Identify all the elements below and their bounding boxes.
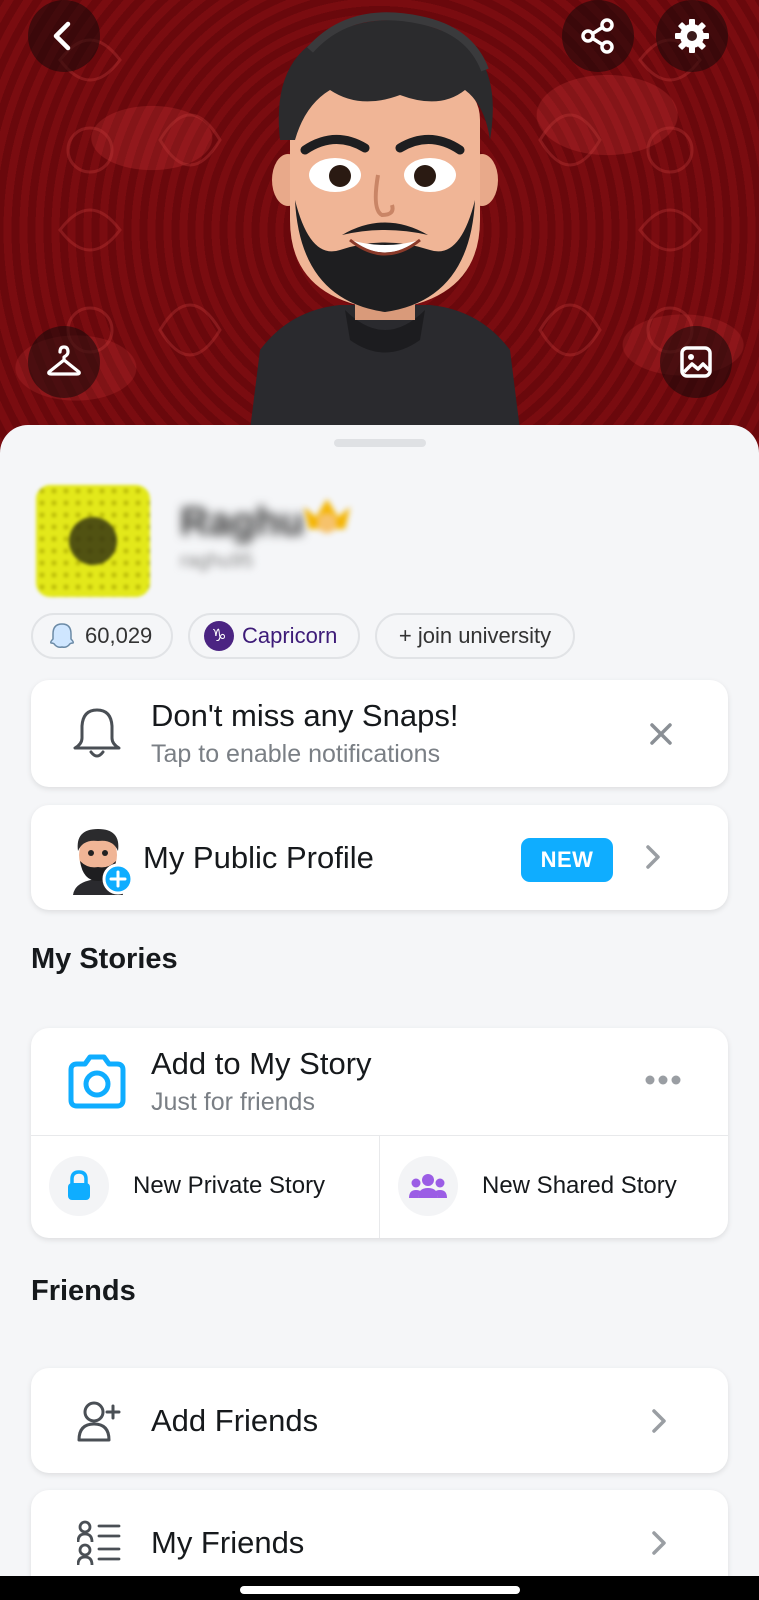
zodiac-chip[interactable]: ♑ Capricorn [188, 613, 360, 659]
back-button[interactable] [28, 0, 100, 72]
hanger-icon [47, 345, 81, 376]
crown-icon [304, 499, 350, 533]
gear-icon [675, 19, 709, 53]
image-icon [680, 346, 712, 378]
join-university-chip[interactable]: + join university [375, 613, 575, 659]
chevron-right-icon [652, 1531, 666, 1555]
my-friends-label: My Friends [151, 1525, 305, 1560]
chevron-left-icon [53, 21, 71, 51]
settings-button[interactable] [656, 0, 728, 72]
profile-sheet: Raghu raghu95 60,029 ♑ Capricorn + join … [0, 425, 759, 1600]
join-university-label: + join university [398, 623, 552, 648]
close-icon[interactable] [649, 722, 673, 746]
snap-score-chip[interactable]: 60,029 [31, 613, 173, 659]
shared-story-label: New Shared Story [482, 1172, 677, 1199]
friends-list-icon [77, 1520, 121, 1566]
new-private-story-button[interactable]: New Private Story [31, 1136, 379, 1238]
chevron-right-icon [652, 1409, 666, 1433]
private-story-label: New Private Story [133, 1172, 326, 1199]
sheet-grabber[interactable] [334, 439, 426, 447]
more-options-icon[interactable] [645, 1073, 681, 1087]
bitmoji-small-icon [73, 829, 133, 895]
wardrobe-button[interactable] [28, 326, 100, 398]
profile-header [0, 0, 759, 460]
lock-icon [68, 1170, 90, 1200]
share-button[interactable] [562, 0, 634, 72]
add-friend-icon [77, 1401, 121, 1442]
new-shared-story-button[interactable]: New Shared Story [380, 1136, 728, 1238]
home-indicator[interactable] [240, 1586, 520, 1594]
group-icon [409, 1174, 447, 1198]
snap-score-value: 60,029 [85, 623, 153, 648]
username: raghu95 [180, 550, 254, 572]
capricorn-icon: ♑ [204, 621, 234, 651]
ghost-score-icon [50, 623, 74, 648]
snapcode[interactable] [36, 485, 150, 597]
share-icon [581, 18, 614, 54]
public-profile-label: My Public Profile [143, 840, 374, 875]
add-to-my-story-row[interactable]: Add to My Story Just for friends [31, 1028, 728, 1135]
public-profile-card[interactable]: My Public Profile NEW [31, 805, 728, 910]
change-background-button[interactable] [660, 326, 732, 398]
notification-prompt-card[interactable]: Don't miss any Snaps! Tap to enable noti… [31, 680, 728, 787]
my-stories-heading: My Stories [31, 943, 178, 975]
zodiac-label: Capricorn [242, 623, 338, 648]
notification-subtitle: Tap to enable notifications [151, 740, 441, 768]
display-name: Raghu [180, 500, 305, 544]
notification-title: Don't miss any Snaps! [151, 698, 459, 733]
friends-heading: Friends [31, 1275, 136, 1307]
add-friends-label: Add Friends [151, 1403, 319, 1438]
bell-icon [73, 708, 121, 758]
bitmoji-avatar[interactable] [250, 10, 520, 430]
camera-icon [68, 1054, 126, 1109]
new-badge: NEW [521, 838, 613, 882]
chevron-right-icon [646, 845, 660, 869]
my-stories-card: Add to My Story Just for friends New Pri… [31, 1028, 728, 1238]
add-story-subtitle: Just for friends [151, 1088, 315, 1116]
add-friends-row[interactable]: Add Friends [31, 1368, 728, 1473]
add-story-title: Add to My Story [151, 1046, 372, 1081]
